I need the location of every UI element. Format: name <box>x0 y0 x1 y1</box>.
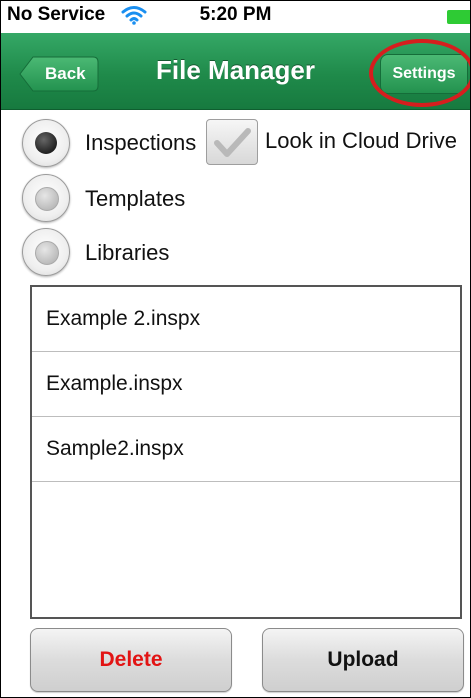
libraries-radio[interactable] <box>22 228 70 276</box>
upload-button[interactable]: Upload <box>262 628 464 692</box>
settings-button[interactable]: Settings <box>380 54 468 94</box>
radio-unselected-indicator <box>35 187 59 211</box>
clock: 5:20 PM <box>199 4 272 25</box>
battery-icon <box>447 10 470 24</box>
app-window: No Service 5:20 PM Back File Manager Set… <box>0 0 471 698</box>
checkmark-icon <box>214 128 251 157</box>
radio-selected-indicator <box>35 132 57 154</box>
templates-radio[interactable] <box>22 174 70 222</box>
list-item[interactable]: Sample2.inspx <box>32 417 460 482</box>
inspections-label: Inspections <box>85 130 197 155</box>
status-bar: No Service 5:20 PM <box>1 1 470 33</box>
cloud-drive-checkbox[interactable] <box>206 119 258 165</box>
libraries-label: Libraries <box>85 240 170 265</box>
cloud-drive-label: Look in Cloud Drive <box>265 128 457 153</box>
inspections-radio[interactable] <box>22 119 70 167</box>
list-item[interactable]: Example.inspx <box>32 352 460 417</box>
file-list: Example 2.inspx Example.inspx Sample2.in… <box>30 285 462 619</box>
radio-unselected-indicator <box>35 241 59 265</box>
file-name: Example.inspx <box>46 372 183 395</box>
list-item[interactable]: Example 2.inspx <box>32 287 460 352</box>
delete-button[interactable]: Delete <box>30 628 232 692</box>
templates-label: Templates <box>85 186 186 211</box>
file-name: Example 2.inspx <box>46 307 201 330</box>
file-name: Sample2.inspx <box>46 437 184 460</box>
